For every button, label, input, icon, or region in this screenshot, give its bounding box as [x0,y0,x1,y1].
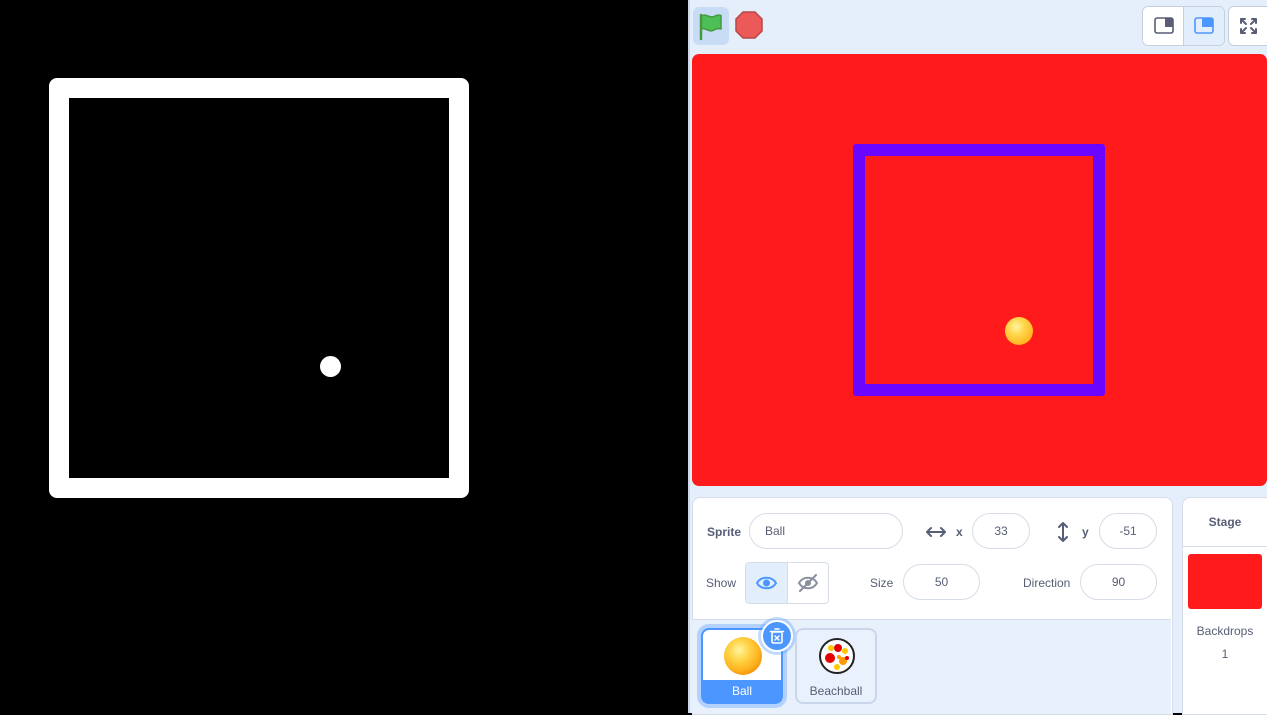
size-label: Size [870,576,894,590]
stage-canvas[interactable] [692,54,1267,486]
x-arrows-icon [925,523,947,546]
beachball-costume-thumbnail [819,638,855,674]
stop-sign-icon [735,11,763,39]
sprite-tile-name: Ball [703,680,781,702]
show-label: Show [706,576,737,590]
size-input[interactable]: 50 [903,564,980,600]
normal-stage-layout-icon [1194,17,1214,34]
backdrops-count: 1 [1221,647,1229,661]
x-label: x [956,525,963,539]
y-input[interactable]: -51 [1099,513,1157,549]
panel-divider [688,0,690,713]
preview-square-outline [49,78,469,498]
fullscreen-icon [1240,18,1257,34]
stage-square-outline [853,144,1105,396]
ball-costume-thumbnail [724,637,762,675]
ball-sprite[interactable] [1005,317,1033,345]
sprite-label: Sprite [707,525,742,539]
green-flag-button[interactable] [693,7,729,45]
show-hidden-button[interactable] [788,563,828,603]
stage-layout-toggle [1142,6,1225,46]
eye-slash-icon [797,574,819,592]
green-flag-icon [699,13,722,41]
small-stage-layout-icon [1154,17,1174,34]
small-stage-button[interactable] [1143,7,1183,45]
stop-button[interactable] [733,9,765,41]
sprite-name-input[interactable]: Ball [749,513,903,549]
normal-stage-button[interactable] [1183,7,1224,45]
direction-label: Direction [1023,576,1071,590]
y-arrows-icon [1054,521,1072,548]
stage-pane-title: Stage [1182,497,1267,547]
show-visible-button[interactable] [746,563,788,603]
trash-icon [769,628,785,644]
x-input[interactable]: 33 [972,513,1030,549]
sprite-tile-beachball[interactable]: Beachball [795,628,877,704]
backdrops-label: Backdrops [1196,624,1254,638]
stage-thumbnail[interactable] [1188,554,1262,609]
y-label: y [1082,525,1089,539]
sprite-tile-name: Beachball [809,684,863,698]
fullscreen-button[interactable] [1228,6,1267,46]
preview-panel [0,0,688,713]
show-toggle [745,562,829,604]
eye-icon [755,576,778,590]
preview-ball-dot [320,356,341,377]
delete-sprite-button[interactable] [761,620,793,652]
direction-input[interactable]: 90 [1080,564,1157,600]
